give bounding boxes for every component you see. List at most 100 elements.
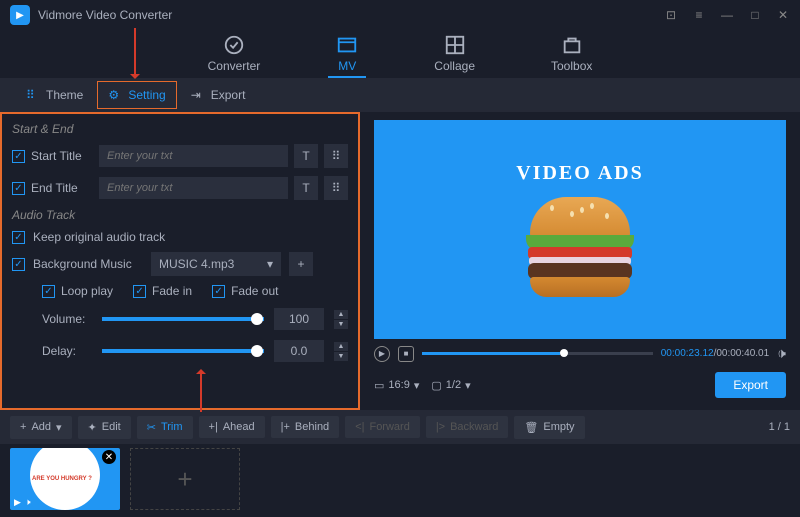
clip-toolbar: +Add▾ ✦Edit ✂Trim +|Ahead |+Behind <|For… [0,410,800,444]
end-title-row: End Title T ⠿ [12,176,348,200]
thumb-mute-icon[interactable]: 🕨 [25,497,31,508]
aspect-value: 16:9 [388,379,409,391]
bg-music-row: Background Music MUSIC 4.mp3 ▾ + [12,252,348,276]
chevron-down-icon: ▾ [267,257,273,271]
aspect-icon: ▭ [374,379,384,392]
add-button[interactable]: +Add▾ [10,416,72,439]
theme-icon: ⠿ [26,88,40,102]
main-nav: Converter MV Collage Toolbox [0,30,800,78]
end-title-input[interactable] [99,177,288,199]
start-title-input[interactable] [99,145,288,167]
main-area: Start & End Start Title T ⠿ End Title T … [0,112,800,410]
volume-value[interactable]: 100 [274,308,324,330]
minimize-icon[interactable]: — [720,8,734,22]
clip-thumbnail[interactable]: ARE YOU HUNGRY ? ✕ ▶ 🕨 ✦ ✂ [10,448,120,510]
preview-panel: VIDEO ADS ▶ ■ 00:00:23.12/00:00:40.01 🕩 … [360,112,800,410]
fade-out-checkbox[interactable] [212,285,225,298]
page-indicator: 1 / 1 [769,421,790,433]
video-preview[interactable]: VIDEO ADS [374,120,786,339]
tab-theme-label: Theme [46,88,83,102]
end-title-checkbox[interactable] [12,182,25,195]
volume-down-button[interactable]: ▼ [334,320,348,329]
start-title-row: Start Title T ⠿ [12,144,348,168]
keep-original-row: Keep original audio track [12,230,348,244]
chevron-down-icon: ▾ [56,421,62,434]
volume-icon[interactable]: 🕩 [777,345,786,362]
bg-music-add-button[interactable]: + [289,252,313,276]
menu-icon[interactable]: ≡ [692,8,706,22]
toolbox-icon [561,34,583,56]
empty-button[interactable]: 🗑Empty [514,416,584,439]
close-icon[interactable]: ✕ [776,8,790,22]
bg-music-label: Background Music [33,257,143,271]
delay-slider[interactable] [102,349,264,353]
start-title-font-button[interactable]: T [294,144,318,168]
delay-up-button[interactable]: ▲ [334,342,348,351]
time-display: 00:00:23.12/00:00:40.01 [661,348,769,359]
zoom-icon: ▢ [431,379,441,392]
annotation-arrow-up [200,370,202,412]
thumb-trim-icon[interactable]: ✂ [46,497,54,508]
export-button[interactable]: Export [715,372,786,398]
fade-in-label: Fade in [152,284,192,298]
maximize-icon[interactable]: □ [748,8,762,22]
start-title-checkbox[interactable] [12,150,25,163]
loop-play-label: Loop play [61,284,113,298]
delay-value[interactable]: 0.0 [274,340,324,362]
tab-theme[interactable]: ⠿ Theme [16,82,93,108]
annotation-arrow-down [134,28,136,78]
end-title-label: End Title [31,181,93,195]
keep-original-checkbox[interactable] [12,231,25,244]
ahead-button[interactable]: +|Ahead [199,416,265,438]
nav-toolbox[interactable]: Toolbox [543,30,600,78]
fade-in-checkbox[interactable] [133,285,146,298]
bg-music-value: MUSIC 4.mp3 [159,257,234,271]
end-title-more-button[interactable]: ⠿ [324,176,348,200]
edit-button[interactable]: ✦Edit [78,416,131,439]
trim-button[interactable]: ✂Trim [137,416,193,439]
nav-mv-label: MV [338,59,356,73]
trash-icon: 🗑 [524,421,538,434]
thumb-delete-button[interactable]: ✕ [102,450,116,464]
stop-button[interactable]: ■ [398,346,414,362]
delay-down-button[interactable]: ▼ [334,352,348,361]
thumb-play-icon[interactable]: ▶ [14,497,21,508]
zoom-select[interactable]: ▢ 1/2 ▾ [431,379,470,392]
wand-icon: ✦ [88,421,97,434]
tab-export[interactable]: ⇥ Export [181,82,256,108]
tab-setting-label: Setting [128,88,165,102]
feedback-icon[interactable]: ⊡ [664,8,678,22]
nav-toolbox-label: Toolbox [551,59,592,73]
volume-slider[interactable] [102,317,264,321]
start-end-title: Start & End [12,122,348,136]
bg-music-select[interactable]: MUSIC 4.mp3 ▾ [151,252,281,276]
progress-bar[interactable] [422,352,653,355]
tab-export-label: Export [211,88,246,102]
nav-mv[interactable]: MV [328,30,366,78]
loop-play-checkbox[interactable] [42,285,55,298]
thumb-star-icon[interactable]: ✦ [35,497,43,508]
keep-original-label: Keep original audio track [33,230,165,244]
settings-panel: Start & End Start Title T ⠿ End Title T … [0,112,360,410]
delay-row: Delay: 0.0 ▲ ▼ [12,340,348,362]
nav-collage[interactable]: Collage [426,30,483,78]
converter-icon [223,34,245,56]
forward-button[interactable]: <|Forward [345,416,420,438]
thumbnail-strip: ARE YOU HUNGRY ? ✕ ▶ 🕨 ✦ ✂ + [0,444,800,514]
backward-button[interactable]: |>Backward [426,416,509,438]
volume-up-button[interactable]: ▲ [334,310,348,319]
sub-tabs: ⠿ Theme ⚙ Setting ⇥ Export [0,78,800,112]
play-button[interactable]: ▶ [374,346,390,362]
start-title-more-button[interactable]: ⠿ [324,144,348,168]
aspect-select[interactable]: ▭ 16:9 ▾ [374,379,419,392]
volume-stepper: ▲ ▼ [334,310,348,329]
chevron-down-icon: ▾ [465,379,471,392]
add-clip-button[interactable]: + [130,448,240,510]
thumb-action-icons: ▶ 🕨 ✦ ✂ [14,497,54,508]
fade-out-label: Fade out [231,284,278,298]
bg-music-checkbox[interactable] [12,258,25,271]
behind-button[interactable]: |+Behind [271,416,340,438]
nav-converter[interactable]: Converter [200,30,269,78]
end-title-font-button[interactable]: T [294,176,318,200]
tab-setting[interactable]: ⚙ Setting [97,81,176,109]
